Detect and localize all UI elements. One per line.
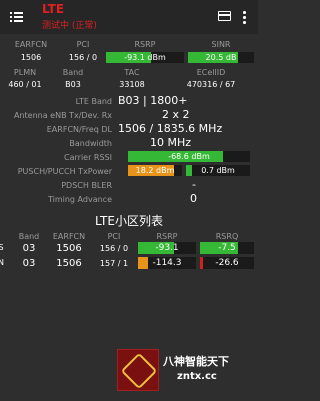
row-earfcn: 1506 — [56, 258, 82, 269]
value-tac: 33108 — [119, 80, 145, 89]
app-bar: LTE 测试中 (正常) — [0, 0, 258, 34]
value-pci: 156 / 0 — [68, 53, 98, 62]
value-timing-advance: 0 — [190, 192, 197, 205]
sinr-bar: 20.5 dB — [188, 52, 254, 63]
col-rsrq: RSRQ — [215, 232, 239, 241]
row-rsrq: -26.6 — [215, 258, 239, 268]
label-pdsch-bler: PDSCH BLER — [61, 181, 112, 190]
app-title: LTE — [42, 2, 65, 16]
label-lte-band: LTE Band — [75, 97, 112, 106]
card-icon[interactable] — [218, 11, 231, 21]
row-pci: 156 / 0 — [99, 244, 129, 253]
value-lte-band: B03 | 1800+ — [118, 94, 188, 107]
row-rsrp-bar: -114.3 — [138, 257, 196, 269]
row-tag: N — [0, 258, 4, 267]
label-txpower: PUSCH/PUCCH TxPower — [17, 167, 112, 176]
row-rsrq-bar: -7.5 — [200, 242, 254, 254]
pusch-value: 18.2 dBm — [135, 166, 175, 175]
row-rsrq-bar: -26.6 — [200, 257, 254, 269]
col-earfcn: EARFCN — [52, 232, 86, 241]
label-earfcn-freq: EARFCN/Freq DL — [46, 125, 112, 134]
row-rsrq: -7.5 — [218, 243, 236, 253]
value-pdsch-bler: - — [192, 178, 196, 191]
label-bandwidth: Bandwidth — [69, 139, 112, 148]
value-earfcn: 1506 — [20, 53, 42, 62]
value-bandwidth: 10 MHz — [150, 136, 192, 149]
rssi-bar: -68.6 dBm — [128, 151, 250, 162]
rssi-value: -68.6 dBm — [168, 152, 210, 161]
rsrp-bar: -93.1 dBm — [106, 52, 184, 63]
watermark-logo-icon — [117, 349, 159, 391]
watermark-url: zntx.cc — [177, 371, 217, 382]
row-earfcn: 1506 — [56, 243, 82, 254]
value-antenna: 2 x 2 — [162, 108, 190, 121]
row-rsrp: -93.1 — [155, 243, 179, 253]
row-pci: 157 / 1 — [99, 259, 129, 268]
row-rsrp-bar: -93.1 — [138, 242, 196, 254]
header-band: Band — [62, 68, 84, 77]
row-band: 03 — [22, 243, 36, 254]
value-earfcn-freq: 1506 / 1835.6 MHz — [118, 122, 223, 135]
col-pci: PCI — [107, 232, 121, 241]
watermark: 八神智能天下 zntx.cc — [117, 349, 249, 393]
label-carrier-rssi: Carrier RSSI — [64, 153, 112, 162]
row-band: 03 — [22, 258, 36, 269]
menu-icon[interactable] — [8, 9, 24, 25]
watermark-text: 八神智能天下 — [163, 355, 229, 368]
row-rsrp: -114.3 — [152, 258, 182, 268]
pucch-bar: 0.7 dBm — [186, 165, 250, 176]
app-subtitle: 测试中 (正常) — [42, 21, 97, 31]
value-plmn: 460 / 01 — [8, 80, 42, 89]
header-tac: TAC — [124, 68, 140, 77]
more-vert-icon[interactable] — [242, 9, 246, 25]
cell-list-title: LTE小区列表 — [95, 214, 163, 228]
header-sinr: SINR — [211, 40, 231, 49]
row-tag: S — [0, 243, 4, 252]
pusch-bar: 18.2 dBm — [128, 165, 182, 176]
pucch-value: 0.7 dBm — [201, 166, 235, 175]
sinr-value: 20.5 dB — [205, 53, 237, 62]
label-antenna: Antenna eNB Tx/Dev. Rx — [13, 111, 112, 120]
col-rsrp: RSRP — [156, 232, 178, 241]
rsrp-value: -93.1 dBm — [124, 53, 166, 62]
col-band: Band — [18, 232, 40, 241]
value-band: B03 — [65, 80, 81, 89]
value-ecellid: 470316 / 67 — [186, 80, 236, 89]
header-pci: PCI — [76, 40, 90, 49]
header-ecellid: ECellID — [196, 68, 226, 77]
label-timing-advance: Timing Advance — [47, 195, 112, 204]
header-earfcn: EARFCN — [14, 40, 48, 49]
header-rsrp: RSRP — [134, 40, 156, 49]
header-plmn: PLMN — [13, 68, 37, 77]
